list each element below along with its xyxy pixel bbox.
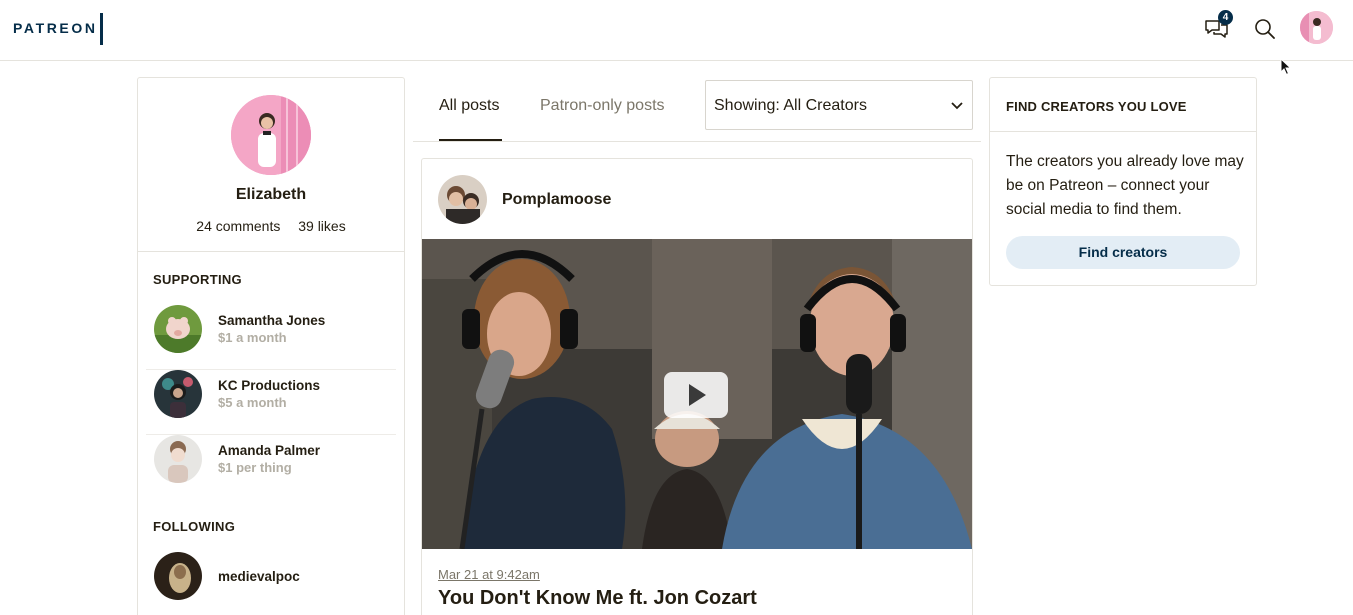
patreon-logo[interactable]: PATREON [13, 20, 98, 36]
following-item-medievalpoc[interactable]: medievalpoc [146, 552, 396, 615]
profile-name: Elizabeth [235, 186, 307, 203]
search-icon[interactable] [1252, 16, 1278, 42]
post-title[interactable]: You Don't Know Me ft. Jon Cozart [438, 587, 757, 610]
play-icon [689, 384, 706, 406]
post-date-link[interactable]: Mar 21 at 9:42am [438, 567, 540, 582]
play-button[interactable] [664, 372, 728, 418]
creator-avatar [154, 305, 202, 353]
find-creators-button[interactable]: Find creators [1006, 236, 1240, 269]
tab-patron-only-posts[interactable]: Patron-only posts [540, 97, 665, 115]
creator-avatar [154, 435, 202, 483]
post-creator-name[interactable]: Pomplamoose [502, 191, 611, 209]
post-creator-avatar[interactable] [438, 175, 487, 224]
pledge-amount: $1 a month [218, 330, 287, 345]
pledge-amount: $5 a month [218, 395, 287, 410]
creator-name: medievalpoc [218, 569, 300, 584]
creator-name: Amanda Palmer [218, 443, 321, 458]
mouse-cursor-icon [1280, 58, 1292, 76]
profile-stats: 24 comments 39 likes [138, 218, 404, 234]
profile-avatar[interactable] [231, 95, 311, 175]
creator-name: Samantha Jones [218, 313, 326, 328]
find-creators-card: FIND CREATORS YOU LOVE The creators you … [989, 77, 1257, 286]
filter-label: Showing: All Creators [714, 97, 867, 114]
tabs-divider [413, 141, 981, 142]
likes-count[interactable]: 39 likes [298, 218, 345, 234]
creator-avatar [154, 552, 202, 600]
supporting-item-amanda-palmer[interactable]: Amanda Palmer $1 per thing [146, 435, 396, 500]
top-navigation-bar: PATREON 4 [0, 0, 1353, 61]
messages-badge: 4 [1218, 10, 1233, 25]
following-heading: FOLLOWING [153, 519, 236, 534]
find-creators-divider [990, 131, 1256, 132]
post-video[interactable] [422, 239, 972, 549]
profile-divider [138, 251, 404, 252]
supporting-heading: SUPPORTING [153, 272, 242, 287]
creator-filter-dropdown[interactable]: Showing: All Creators [705, 80, 973, 130]
find-creators-heading: FIND CREATORS YOU LOVE [1006, 99, 1187, 114]
post-card: Pomplamoose Mar 21 at 9:42am You Don't K… [421, 158, 973, 615]
creator-name: KC Productions [218, 378, 321, 393]
tab-all-posts[interactable]: All posts [439, 97, 499, 115]
supporting-item-samantha-jones[interactable]: Samantha Jones $1 a month [146, 305, 396, 370]
chevron-down-icon [951, 102, 963, 110]
creator-avatar [154, 370, 202, 418]
user-avatar[interactable] [1300, 11, 1333, 44]
messages-icon[interactable]: 4 [1204, 10, 1233, 42]
find-creators-description: The creators you already love may be on … [1006, 153, 1244, 218]
comments-count[interactable]: 24 comments [196, 218, 280, 234]
logo-divider [100, 13, 103, 45]
supporting-item-kc-productions[interactable]: KC Productions $5 a month [146, 370, 396, 435]
pledge-amount: $1 per thing [218, 460, 292, 475]
profile-card: Elizabeth 24 comments 39 likes SUPPORTIN… [137, 77, 405, 615]
